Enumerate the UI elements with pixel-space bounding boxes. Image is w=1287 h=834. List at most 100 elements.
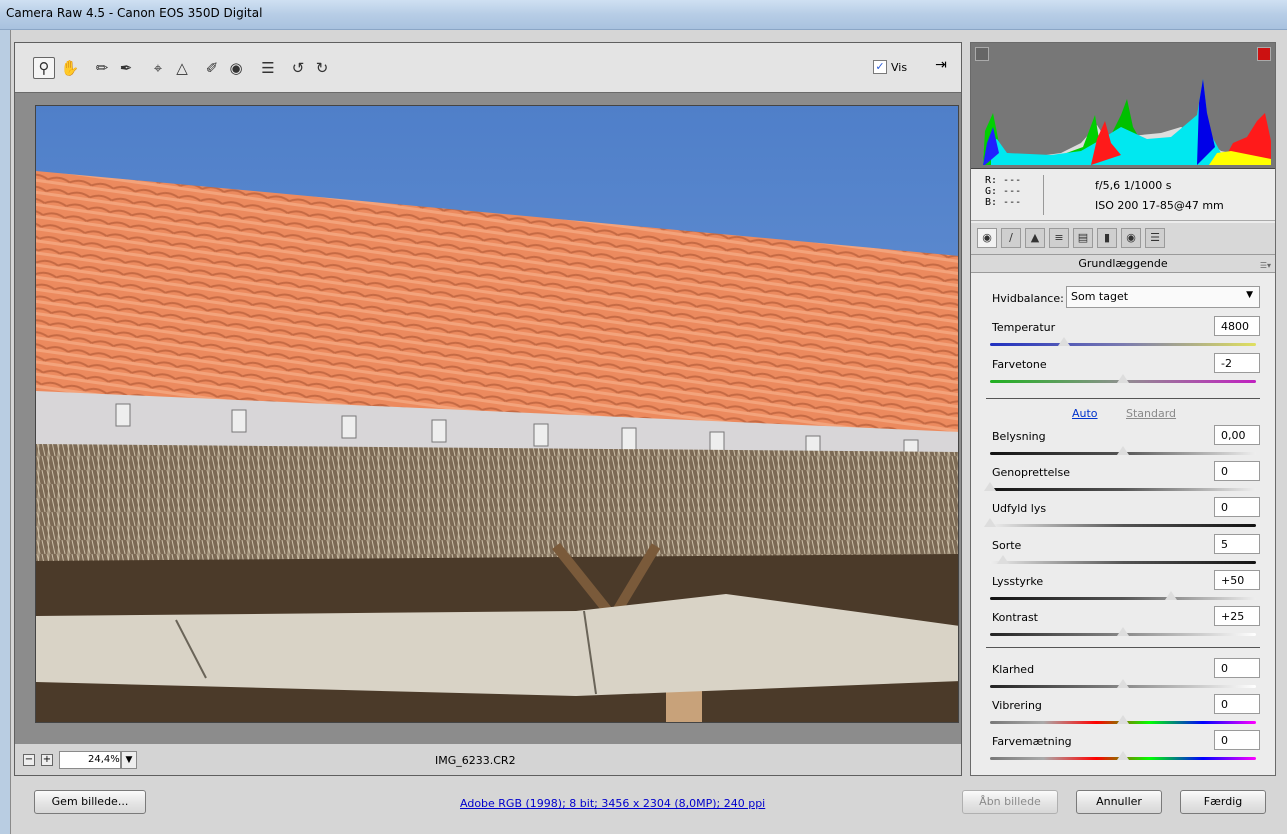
window-title: Camera Raw 4.5 - Canon EOS 350D Digital	[6, 6, 263, 20]
open-image-button[interactable]: Åbn billede	[962, 790, 1058, 814]
slider-value-field[interactable]: 0	[1214, 497, 1260, 517]
retouch-icon[interactable]: ✐	[201, 57, 223, 79]
done-button[interactable]: Færdig	[1180, 790, 1266, 814]
slider-track[interactable]	[990, 597, 1256, 600]
auto-link[interactable]: Auto	[1072, 407, 1098, 420]
rotate-cw-icon[interactable]: ↻	[311, 57, 333, 79]
preview-pane: ⚲ ✋ ✏ ✒ ⌖ △ ✐ ◉ ☰ ↺ ↻ ✓ Vis ⇥ − + 24,4% …	[14, 42, 962, 776]
slider-label: Vibrering	[992, 699, 1042, 712]
slider-value-field[interactable]: 0	[1214, 461, 1260, 481]
histogram-graph	[983, 79, 1271, 165]
slider-track[interactable]	[990, 488, 1256, 491]
save-image-button[interactable]: Gem billede...	[34, 790, 146, 814]
title-bar: Camera Raw 4.5 - Canon EOS 350D Digital	[0, 0, 1287, 30]
slider-track[interactable]	[990, 524, 1256, 527]
rgb-readout: R: --- G: --- B: ---	[985, 175, 1021, 208]
slider-farvemætning: Farvemætning 0	[988, 730, 1260, 771]
white-balance-value: Som taget	[1071, 290, 1129, 303]
slider-thumb[interactable]	[1117, 446, 1129, 455]
tab-detail-icon[interactable]: ▲	[1025, 228, 1045, 248]
zoom-icon[interactable]: ⚲	[33, 57, 55, 79]
preview-checkbox[interactable]: ✓	[873, 60, 887, 74]
slider-udfyld-lys: Udfyld lys 0	[984, 497, 1260, 538]
slider-thumb[interactable]	[1117, 715, 1129, 724]
slider-label: Belysning	[992, 430, 1046, 443]
zoom-dropdown[interactable]: ▼	[121, 751, 137, 769]
slider-label: Klarhed	[992, 663, 1035, 676]
filename-label: IMG_6233.CR2	[435, 754, 516, 767]
zoom-out-button[interactable]: −	[23, 754, 35, 766]
image-preview[interactable]	[35, 105, 959, 723]
slider-value-field[interactable]: -2	[1214, 353, 1260, 373]
toolbar: ⚲ ✋ ✏ ✒ ⌖ △ ✐ ◉ ☰ ↺ ↻ ✓ Vis ⇥	[15, 43, 961, 93]
slider-value-field[interactable]: 4800	[1214, 316, 1260, 336]
preview-statusbar: − + 24,4% ▼ IMG_6233.CR2	[15, 743, 961, 775]
panel-title: Grundlæggende ☰▾	[971, 255, 1275, 273]
rotate-ccw-icon[interactable]: ↺	[287, 57, 309, 79]
white-balance-label: Hvidbalance:	[992, 292, 1064, 305]
slider-label: Genoprettelse	[992, 466, 1070, 479]
preferences-icon[interactable]: ☰	[257, 57, 279, 79]
panel-title-label: Grundlæggende	[1078, 257, 1168, 270]
cancel-button[interactable]: Annuller	[1076, 790, 1162, 814]
white-balance-icon[interactable]: ✏	[91, 57, 113, 79]
zoom-in-button[interactable]: +	[41, 754, 53, 766]
white-balance-select[interactable]: Som taget ▼	[1066, 286, 1260, 308]
tab-basic-icon[interactable]: ◉	[977, 228, 997, 248]
slider-thumb[interactable]	[997, 555, 1010, 564]
slider-track[interactable]	[990, 343, 1256, 346]
panel-tabs: ◉ ∕ ▲ ≡ ▤ ▮ ◉ ☰	[971, 223, 1275, 255]
slider-thumb[interactable]	[1164, 591, 1177, 600]
slider-label: Farvemætning	[992, 735, 1072, 748]
red-eye-icon[interactable]: ◉	[225, 57, 247, 79]
info-divider	[1043, 175, 1044, 215]
image-info: R: --- G: --- B: --- f/5,6 1/1000 s ISO …	[971, 169, 1275, 221]
slider-value-field[interactable]: 0,00	[1214, 425, 1260, 445]
slider-thumb[interactable]	[1117, 751, 1129, 760]
tab-split-toning-icon[interactable]: ▤	[1073, 228, 1093, 248]
slider-thumb[interactable]	[984, 482, 996, 491]
slider-value-field[interactable]: 0	[1214, 730, 1260, 750]
red-readout: R: ---	[985, 175, 1022, 186]
slider-value-field[interactable]: +25	[1214, 606, 1260, 626]
tab-hsl-icon[interactable]: ≡	[1049, 228, 1069, 248]
slider-kontrast: Kontrast +25	[988, 606, 1260, 647]
slider-track[interactable]	[990, 561, 1256, 564]
slider-value-field[interactable]: 0	[1214, 694, 1260, 714]
zoom-field[interactable]: 24,4%	[59, 751, 121, 769]
aperture-shutter: f/5,6 1/1000 s	[1095, 179, 1172, 192]
slider-thumb[interactable]	[1058, 337, 1071, 346]
green-readout: G: ---	[985, 186, 1022, 197]
photo-preview	[36, 106, 958, 722]
slider-thumb[interactable]	[984, 518, 996, 527]
slider-value-field[interactable]: +50	[1214, 570, 1260, 590]
slider-label: Temperatur	[992, 321, 1056, 334]
slider-value-field[interactable]: 5	[1214, 534, 1260, 554]
tab-presets-icon[interactable]: ☰	[1145, 228, 1165, 248]
slider-farvetone: Farvetone -2	[988, 353, 1260, 394]
blue-readout: B: ---	[985, 197, 1022, 208]
tab-camera-calibration-icon[interactable]: ◉	[1121, 228, 1141, 248]
panel-menu-icon[interactable]: ☰▾	[1260, 257, 1271, 274]
slider-thumb[interactable]	[1117, 374, 1129, 383]
hand-icon[interactable]: ✋	[59, 57, 81, 79]
slider-label: Lysstyrke	[992, 575, 1044, 588]
histogram	[971, 43, 1275, 169]
crop-icon[interactable]: ⌖	[147, 57, 169, 79]
divider-2	[986, 647, 1260, 648]
preview-label: Vis	[891, 61, 908, 74]
slider-thumb[interactable]	[1117, 627, 1129, 636]
slider-thumb[interactable]	[1117, 679, 1129, 688]
workflow-options-link[interactable]: Adobe RGB (1998); 8 bit; 3456 x 2304 (8,…	[460, 797, 765, 810]
standard-link[interactable]: Standard	[1126, 407, 1176, 420]
color-sampler-icon[interactable]: ✒	[115, 57, 137, 79]
fullscreen-icon[interactable]: ⇥	[931, 57, 951, 77]
tab-lens-icon[interactable]: ▮	[1097, 228, 1117, 248]
divider-1	[986, 398, 1260, 399]
slider-value-field[interactable]: 0	[1214, 658, 1260, 678]
tab-tone-curve-icon[interactable]: ∕	[1001, 228, 1021, 248]
straighten-icon[interactable]: △	[171, 57, 193, 79]
slider-label: Sorte	[992, 539, 1022, 552]
slider-label: Udfyld lys	[992, 502, 1047, 515]
iso-lens: ISO 200 17-85@47 mm	[1095, 199, 1224, 212]
